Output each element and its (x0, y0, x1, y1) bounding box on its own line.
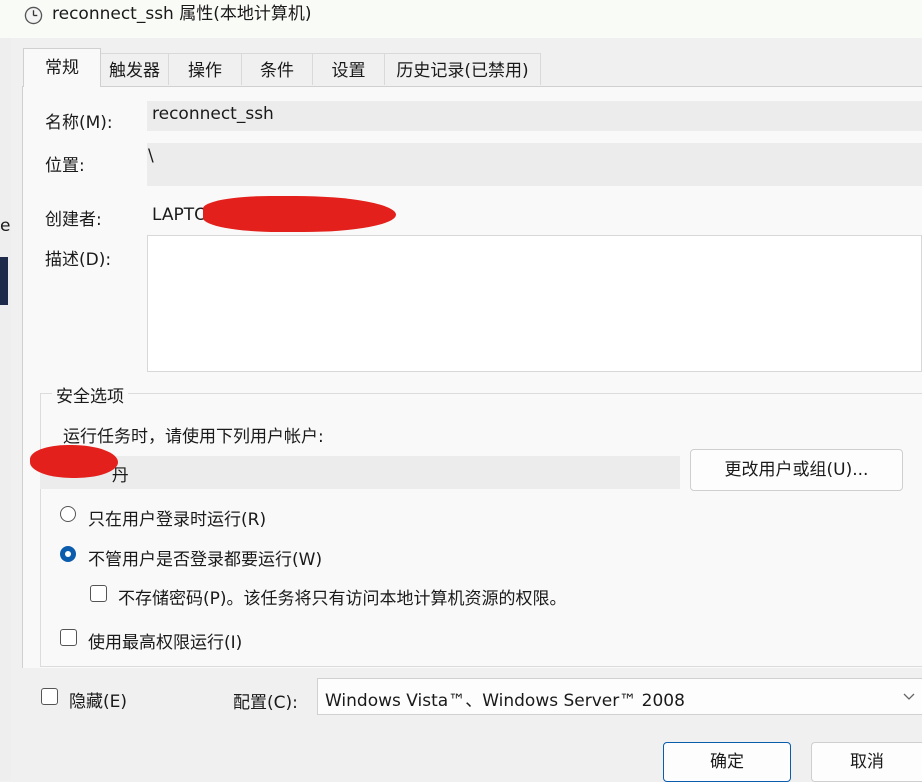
checkbox-highest-privileges-label[interactable]: 使用最高权限运行(I) (88, 628, 242, 653)
location-field: \ (147, 143, 922, 186)
configure-dropdown[interactable]: Windows Vista™、Windows Server™ 2008 (317, 678, 922, 715)
background-window-text: e (0, 216, 11, 236)
description-label: 描述(D): (45, 250, 112, 270)
location-label: 位置: (45, 156, 85, 176)
background-window (0, 38, 11, 780)
checkbox-do-not-store-password[interactable] (90, 585, 107, 602)
user-account-field: 丹 (40, 456, 680, 489)
checkbox-do-not-store-password-label[interactable]: 不存储密码(P)。该任务将只有访问本地计算机资源的权限。 (118, 584, 567, 609)
change-user-button[interactable]: 更改用户或组(U)... (690, 449, 903, 491)
tab-actions[interactable]: 操作 (168, 53, 242, 85)
tab-triggers[interactable]: 触发器 (100, 53, 169, 85)
background-window-accent (0, 257, 8, 305)
configure-value: Windows Vista™、Windows Server™ 2008 (325, 691, 685, 711)
chevron-down-icon (903, 693, 915, 700)
user-redaction (30, 445, 118, 478)
name-label: 名称(M): (45, 113, 113, 133)
security-options-legend: 安全选项 (52, 382, 128, 407)
clock-icon (24, 6, 43, 25)
checkbox-highest-privileges[interactable] (60, 629, 77, 646)
tab-general[interactable]: 常规 (23, 48, 101, 87)
checkbox-hidden-label[interactable]: 隐藏(E) (69, 687, 127, 712)
name-field[interactable]: reconnect_ssh (147, 101, 922, 131)
radio-run-whether-logged-on-label[interactable]: 不管用户是否登录都要运行(W) (88, 545, 322, 570)
checkbox-hidden[interactable] (41, 688, 58, 705)
name-value: reconnect_ssh (152, 104, 274, 124)
cancel-button[interactable]: 取消 (811, 742, 922, 782)
radio-run-whether-logged-on[interactable] (60, 546, 76, 562)
author-value: LAPTO (152, 205, 208, 225)
author-label: 创建者: (45, 210, 102, 230)
radio-run-logged-on[interactable] (60, 506, 76, 522)
tab-conditions[interactable]: 条件 (241, 53, 313, 85)
radio-run-logged-on-label[interactable]: 只在用户登录时运行(R) (88, 505, 266, 530)
window-title: reconnect_ssh 属性(本地计算机) (52, 4, 312, 24)
ok-button[interactable]: 确定 (663, 742, 791, 782)
configure-label: 配置(C): (233, 693, 298, 713)
tab-settings[interactable]: 设置 (312, 53, 385, 85)
run-as-label: 运行任务时，请使用下列用户帐户: (63, 427, 324, 447)
description-textbox[interactable] (147, 235, 922, 372)
tab-history[interactable]: 历史记录(已禁用) (384, 53, 541, 85)
author-redaction (203, 196, 396, 232)
location-value: \ (148, 146, 154, 166)
